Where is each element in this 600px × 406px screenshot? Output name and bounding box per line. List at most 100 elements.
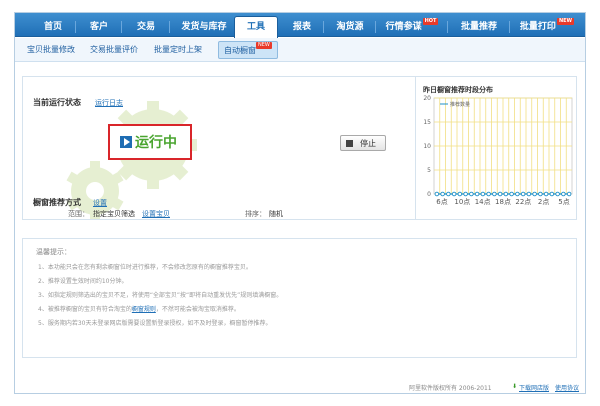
data-point bbox=[440, 191, 445, 197]
x-tick-label: 5点 bbox=[558, 198, 569, 206]
tab-label: 工具 bbox=[246, 22, 265, 32]
tip-text: 4、被推荐橱窗的宝贝有符合淘宝的 bbox=[38, 306, 132, 313]
tab-home[interactable]: 首页 bbox=[33, 18, 73, 37]
y-tick-label: 5 bbox=[427, 167, 431, 174]
subnav-batch-review[interactable]: 交易批量评价 bbox=[90, 44, 138, 55]
data-point bbox=[463, 191, 468, 197]
x-tick-label: 2点 bbox=[538, 198, 549, 206]
recommend-section-label: 橱窗推荐方式 bbox=[33, 198, 81, 207]
data-point bbox=[486, 191, 491, 197]
data-point bbox=[503, 191, 509, 197]
nav-divider bbox=[509, 21, 510, 33]
subnav-scheduled-listing[interactable]: 批量定时上架 bbox=[154, 44, 202, 55]
tip-line: 1、本功能只会在您有剩余橱窗位时进行推荐，不会修改您原有的橱窗推荐宝贝。 bbox=[38, 264, 252, 271]
nav-divider bbox=[75, 21, 76, 33]
tab-sourcing[interactable]: 淘货源 bbox=[327, 18, 373, 37]
x-tick-label: 6点 bbox=[436, 198, 447, 206]
download-icon: ⬇ bbox=[512, 383, 518, 390]
tab-label: 报表 bbox=[292, 22, 311, 32]
x-tick-label: 10点 bbox=[454, 198, 470, 206]
tab-batch-recommend[interactable]: 批量推荐 bbox=[451, 18, 507, 37]
nav-divider bbox=[121, 21, 122, 33]
x-tick-label: 22点 bbox=[515, 198, 531, 206]
running-status: 运行中 bbox=[108, 124, 192, 160]
subnav-label: 自动橱窗 bbox=[224, 46, 256, 55]
new-badge: NEW bbox=[556, 18, 575, 25]
play-icon bbox=[120, 136, 132, 148]
tab-label: 发货与库存 bbox=[181, 22, 227, 32]
nav-divider bbox=[447, 21, 448, 33]
tip-text: ，不然可能会被淘宝取消推荐。 bbox=[155, 306, 240, 313]
stop-icon bbox=[346, 140, 353, 147]
x-tick-label: 18点 bbox=[495, 198, 511, 206]
tab-market[interactable]: 行情参谋HOT bbox=[379, 18, 445, 37]
showcase-rules-link[interactable]: 橱窗规则 bbox=[132, 306, 156, 313]
recommend-settings-link[interactable]: 设置 bbox=[93, 198, 107, 208]
data-point bbox=[434, 191, 440, 197]
copyright-text: 阿里软件版权所有 2006-2011 bbox=[409, 385, 492, 392]
sort-label: 排序： bbox=[245, 210, 266, 218]
nav-divider bbox=[323, 21, 324, 33]
tab-reports[interactable]: 报表 bbox=[283, 18, 321, 37]
tab-trades[interactable]: 交易 bbox=[125, 18, 167, 37]
stop-button[interactable]: 停止 bbox=[340, 135, 386, 151]
data-point bbox=[492, 191, 497, 197]
subnav-batch-edit[interactable]: 宝贝批量修改 bbox=[27, 44, 75, 55]
data-point bbox=[509, 191, 514, 197]
data-point bbox=[555, 191, 560, 197]
tab-label: 批量打印 bbox=[519, 22, 556, 32]
app-frame: 首页 客户 交易 发货与库存 工具 报表 淘货源 行情参谋HOT 批量推荐 批量… bbox=[14, 12, 586, 394]
tip-line: 4、被推荐橱窗的宝贝有符合淘宝的橱窗规则，不然可能会被淘宝取消推荐。 bbox=[38, 304, 240, 313]
data-point bbox=[566, 191, 572, 197]
data-point bbox=[451, 191, 457, 197]
data-point bbox=[538, 191, 543, 197]
sub-nav: 宝贝批量修改 交易批量评价 批量定时上架 自动橱窗NEW bbox=[15, 38, 585, 62]
subnav-auto-showcase[interactable]: 自动橱窗NEW bbox=[218, 41, 278, 59]
y-tick-label: 0 bbox=[427, 191, 431, 198]
range-label: 范围： bbox=[68, 210, 89, 218]
status-section-label: 当前运行状态 bbox=[33, 98, 81, 107]
tips-box: 温馨提示： 1、本功能只会在您有剩余橱窗位时进行推荐，不会修改您原有的橱窗推荐宝… bbox=[22, 238, 577, 358]
tip-line: 5、服务期内若30天未登录网店版需要设置新登录授权，如不及时登录，橱窗暂停推荐。 bbox=[38, 320, 272, 327]
hourly-distribution-chart: 0 5 10 15 20 6点 10点 14点 18点 22点 2点 5点 推荐数量 bbox=[423, 95, 573, 206]
status-panel: 当前运行状态 运行日志 运行中 停止 橱窗推荐方式 设置 bbox=[23, 77, 415, 219]
chart-panel: 昨日橱窗推荐时段分布 0 5 10 15 20 6点 10点 14点 18点 22点 2点 5点 推荐数… bbox=[415, 77, 577, 219]
legend-label: 推荐数量 bbox=[450, 101, 470, 108]
tip-line: 2、推荐设置生效时间约10分钟。 bbox=[38, 278, 128, 285]
range-value: 指定宝贝筛选 bbox=[93, 210, 135, 218]
new-badge: NEW bbox=[256, 42, 272, 49]
tab-label: 首页 bbox=[43, 22, 62, 32]
tab-label: 行情参谋 bbox=[385, 22, 422, 32]
hot-badge: HOT bbox=[422, 18, 439, 25]
data-point bbox=[474, 191, 480, 197]
data-point bbox=[532, 191, 537, 197]
data-point bbox=[520, 191, 526, 197]
tab-batch-print[interactable]: 批量打印NEW bbox=[513, 18, 581, 37]
stop-label: 停止 bbox=[360, 139, 376, 148]
tab-tools[interactable]: 工具 bbox=[234, 16, 278, 38]
status-text: 运行中 bbox=[135, 135, 177, 151]
data-point bbox=[515, 191, 520, 197]
top-nav: 首页 客户 交易 发货与库存 工具 报表 淘货源 行情参谋HOT 批量推荐 批量… bbox=[15, 13, 585, 38]
download-link[interactable]: 下载网店版 bbox=[519, 383, 549, 392]
tab-label: 交易 bbox=[136, 22, 155, 32]
data-point bbox=[497, 191, 503, 197]
nav-divider bbox=[375, 21, 376, 33]
sort-value: 随机 bbox=[269, 210, 283, 218]
data-point bbox=[446, 191, 451, 197]
run-log-link[interactable]: 运行日志 bbox=[95, 98, 123, 108]
main-panel: 当前运行状态 运行日志 运行中 停止 橱窗推荐方式 设置 昨日橱窗推荐时段分布 … bbox=[22, 76, 577, 220]
agreement-link[interactable]: 使用协议 bbox=[555, 383, 579, 392]
nav-divider bbox=[169, 21, 170, 33]
data-point bbox=[480, 191, 486, 197]
footer: 阿里软件版权所有 2006-2011 ⬇ 下载网店版 使用协议 bbox=[15, 383, 585, 395]
tab-label: 淘货源 bbox=[336, 22, 364, 32]
data-point bbox=[549, 191, 555, 197]
tab-customers[interactable]: 客户 bbox=[79, 18, 119, 37]
data-point bbox=[526, 191, 532, 197]
set-items-link[interactable]: 设置宝贝 bbox=[142, 209, 170, 219]
tab-label: 批量推荐 bbox=[460, 22, 497, 32]
tab-label: 客户 bbox=[89, 22, 108, 32]
tab-shipping[interactable]: 发货与库存 bbox=[173, 18, 235, 37]
y-tick-label: 20 bbox=[423, 95, 431, 102]
